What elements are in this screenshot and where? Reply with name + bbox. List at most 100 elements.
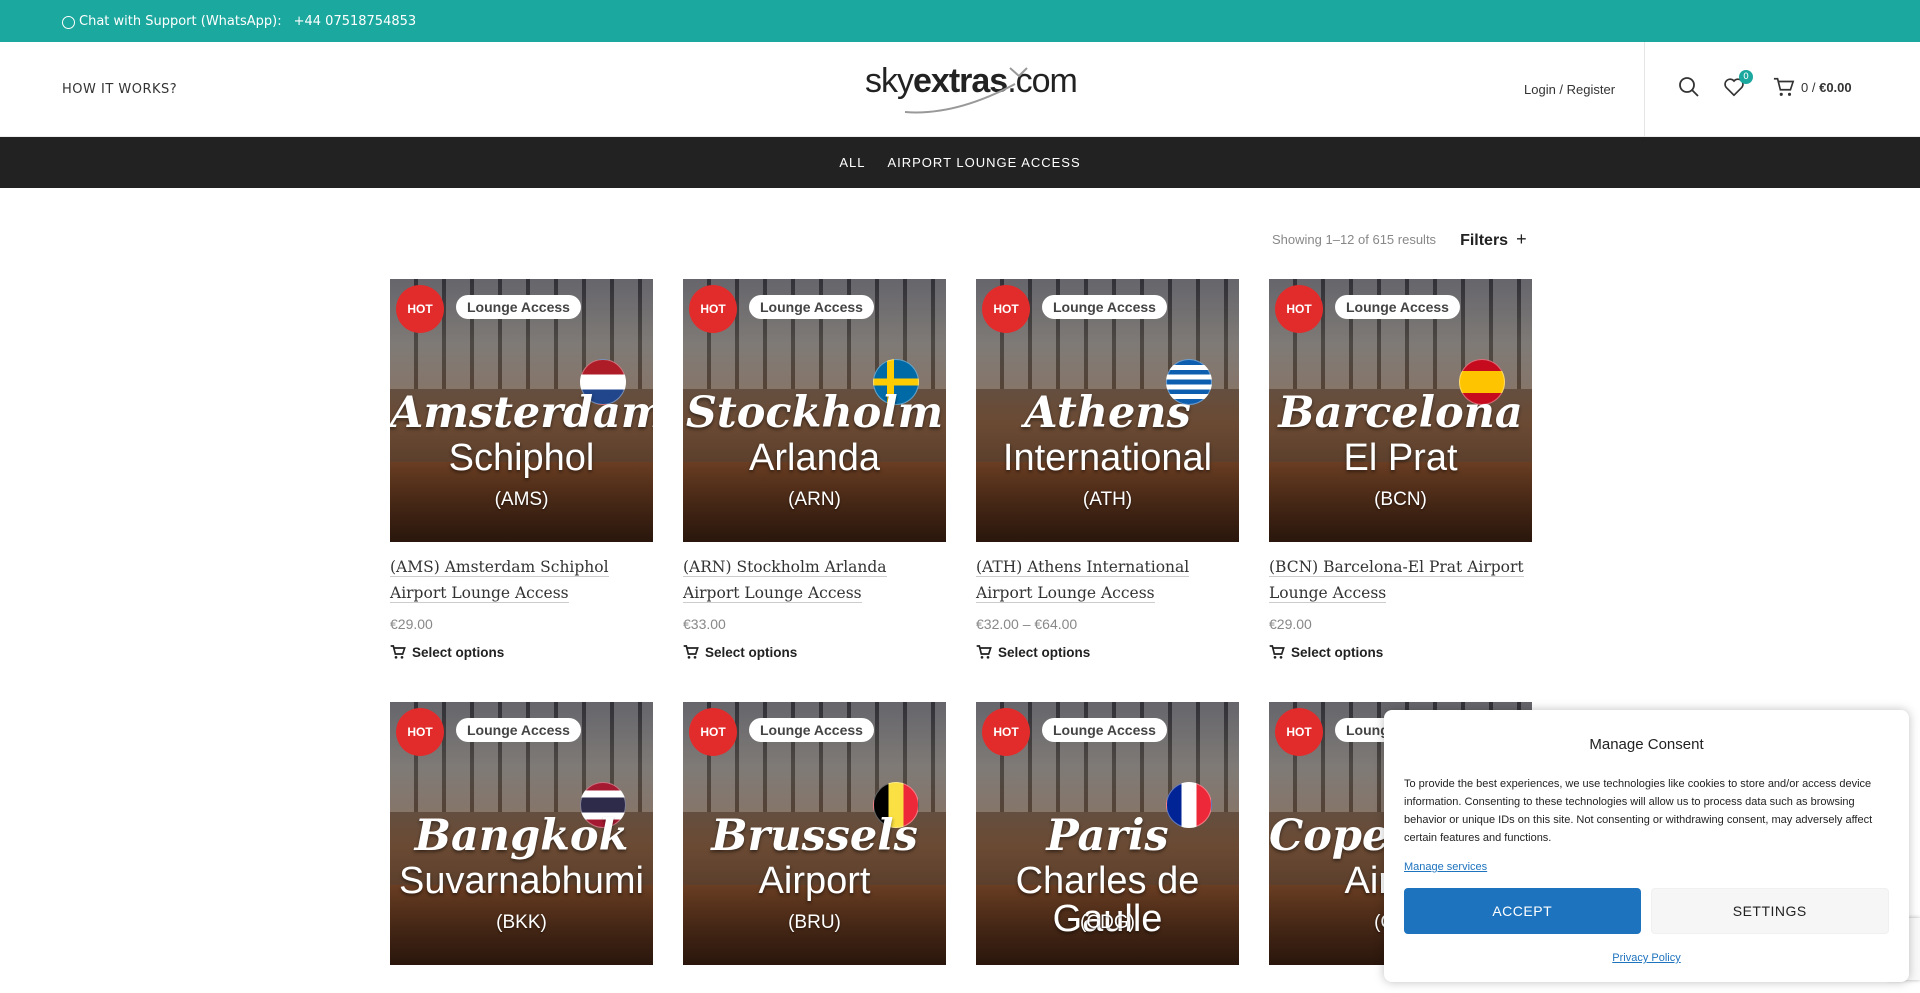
hot-badge: HOT: [1275, 285, 1323, 333]
nav-item-all[interactable]: ALL: [839, 155, 865, 170]
product-card[interactable]: HOT Lounge Access Athens International (…: [976, 279, 1239, 660]
settings-button[interactable]: SETTINGS: [1650, 888, 1889, 934]
image-airport: International: [1002, 437, 1213, 479]
hot-badge: HOT: [982, 285, 1030, 333]
category-tag: Lounge Access: [1042, 718, 1167, 742]
category-tag: Lounge Access: [456, 295, 581, 319]
image-airport: El Prat: [1343, 437, 1458, 479]
image-city: Barcelona: [1278, 388, 1523, 438]
wishlist-button[interactable]: 0: [1723, 70, 1753, 98]
product-title[interactable]: (AMS) Amsterdam Schiphol Airport Lounge …: [390, 554, 653, 606]
product-card[interactable]: HOT Lounge Access Bangkok Suvarnabhumi (…: [390, 702, 653, 965]
product-price: €32.00 – €64.00: [976, 616, 1078, 632]
image-city: Amsterdam: [390, 388, 653, 438]
image-airport: Airport: [758, 860, 871, 902]
header-divider: [1644, 42, 1645, 137]
image-airport: Schiphol: [448, 437, 595, 479]
image-city: Brussels: [711, 811, 918, 861]
hot-badge: HOT: [1275, 708, 1323, 756]
image-city: Stockholm: [685, 388, 944, 438]
product-image[interactable]: HOT Lounge Access Stockholm Arlanda (ARN…: [683, 279, 946, 542]
product-card[interactable]: HOT Lounge Access Amsterdam Schiphol (AM…: [390, 279, 653, 660]
privacy-policy-link[interactable]: Privacy Policy: [1612, 952, 1680, 964]
consent-dialog: Manage Consent To provide the best exper…: [1384, 710, 1909, 982]
select-options-button[interactable]: Select options: [1269, 644, 1532, 660]
support-phone[interactable]: +44 07518754853: [294, 14, 417, 29]
top-support-bar: Chat with Support (WhatsApp): +44 075187…: [0, 0, 1920, 42]
select-options-button[interactable]: Select options: [390, 644, 653, 660]
image-code: (CDG): [1080, 912, 1135, 933]
category-nav: ALL AIRPORT LOUNGE ACCESS: [0, 137, 1920, 188]
image-airport: Arlanda: [749, 437, 880, 479]
product-image[interactable]: HOT Lounge Access Bangkok Suvarnabhumi (…: [390, 702, 653, 965]
product-price: €33.00: [683, 616, 726, 632]
select-options-button[interactable]: Select options: [976, 644, 1239, 660]
product-image[interactable]: HOT Lounge Access Amsterdam Schiphol (AM…: [390, 279, 653, 542]
manage-services-link[interactable]: Manage services: [1404, 861, 1487, 873]
wishlist-count-badge: 0: [1739, 70, 1753, 84]
product-title-text: (BCN) Barcelona-El Prat Airport Lounge A…: [1269, 558, 1524, 603]
image-code: (BRU): [788, 912, 841, 933]
select-options-label: Select options: [998, 644, 1091, 660]
product-title[interactable]: (BCN) Barcelona-El Prat Airport Lounge A…: [1269, 554, 1532, 606]
product-card[interactable]: HOT Lounge Access Barcelona El Prat (BCN…: [1269, 279, 1532, 660]
image-city: Athens: [1024, 388, 1191, 438]
how-it-works-link[interactable]: HOW IT WORKS?: [62, 82, 177, 97]
product-price: €29.00: [390, 616, 433, 632]
cart-summary[interactable]: 0 / €0.00: [1801, 80, 1852, 95]
cart-count: 0 /: [1801, 80, 1816, 95]
image-code: (ATH): [1082, 489, 1133, 510]
product-title[interactable]: (ARN) Stockholm Arlanda Airport Lounge A…: [683, 554, 946, 606]
cart-icon: [390, 645, 406, 659]
image-code: (AMS): [494, 489, 549, 510]
cart-total: €0.00: [1819, 80, 1852, 95]
result-count: Showing 1–12 of 615 results: [1272, 232, 1437, 247]
accept-button[interactable]: ACCEPT: [1404, 888, 1641, 934]
filters-label: Filters: [1460, 232, 1509, 249]
cart-icon: [683, 645, 699, 659]
site-header: HOW IT WORKS? skyextras.com Login / Regi…: [0, 42, 1920, 137]
product-image[interactable]: HOT Lounge Access Brussels Airport (BRU): [683, 702, 946, 965]
product-title[interactable]: (ATH) Athens International Airport Loung…: [976, 554, 1239, 606]
whatsapp-icon: [62, 15, 75, 29]
category-tag: Lounge Access: [749, 295, 874, 319]
support-chat-label[interactable]: Chat with Support (WhatsApp):: [79, 14, 282, 29]
search-icon[interactable]: [1678, 76, 1700, 98]
category-tag: Lounge Access: [1335, 295, 1460, 319]
image-city: Paris: [1046, 811, 1169, 861]
product-title-text: (ATH) Athens International Airport Loung…: [976, 558, 1190, 603]
category-tag: Lounge Access: [749, 718, 874, 742]
product-card[interactable]: HOT Lounge Access Paris Charles de Gaull…: [976, 702, 1239, 965]
product-card[interactable]: HOT Lounge Access Brussels Airport (BRU): [683, 702, 946, 965]
product-price: €29.00: [1269, 616, 1312, 632]
cart-icon[interactable]: [1773, 76, 1795, 98]
image-airport: Suvarnabhumi: [398, 860, 645, 902]
hot-badge: HOT: [396, 285, 444, 333]
hot-badge: HOT: [982, 708, 1030, 756]
plus-icon: +: [1516, 229, 1527, 249]
hot-badge: HOT: [689, 285, 737, 333]
product-card[interactable]: HOT Lounge Access Stockholm Arlanda (ARN…: [683, 279, 946, 660]
select-options-label: Select options: [705, 644, 798, 660]
login-register-link[interactable]: Login / Register: [1524, 82, 1615, 97]
product-image[interactable]: HOT Lounge Access Paris Charles de Gaull…: [976, 702, 1239, 965]
product-grid: HOT Lounge Access Amsterdam Schiphol (AM…: [390, 279, 1532, 965]
select-options-button[interactable]: Select options: [683, 644, 946, 660]
logo-swoosh-icon: [904, 67, 1028, 114]
filters-toggle[interactable]: Filters +: [1460, 229, 1527, 250]
consent-body: To provide the best experiences, we use …: [1404, 778, 1873, 844]
nav-item-airport-lounge-access[interactable]: AIRPORT LOUNGE ACCESS: [887, 155, 1080, 170]
product-title-text: (AMS) Amsterdam Schiphol Airport Lounge …: [390, 558, 609, 603]
cart-icon: [1269, 645, 1285, 659]
hot-badge: HOT: [396, 708, 444, 756]
product-image[interactable]: HOT Lounge Access Barcelona El Prat (BCN…: [1269, 279, 1532, 542]
select-options-label: Select options: [412, 644, 505, 660]
image-code: (BKK): [496, 912, 547, 933]
site-logo[interactable]: skyextras.com: [865, 62, 1078, 114]
category-tag: Lounge Access: [456, 718, 581, 742]
image-city: Bangkok: [414, 811, 629, 861]
image-code: (BCN): [1374, 489, 1427, 510]
product-title-text: (ARN) Stockholm Arlanda Airport Lounge A…: [683, 558, 887, 603]
cart-icon: [976, 645, 992, 659]
product-image[interactable]: HOT Lounge Access Athens International (…: [976, 279, 1239, 542]
